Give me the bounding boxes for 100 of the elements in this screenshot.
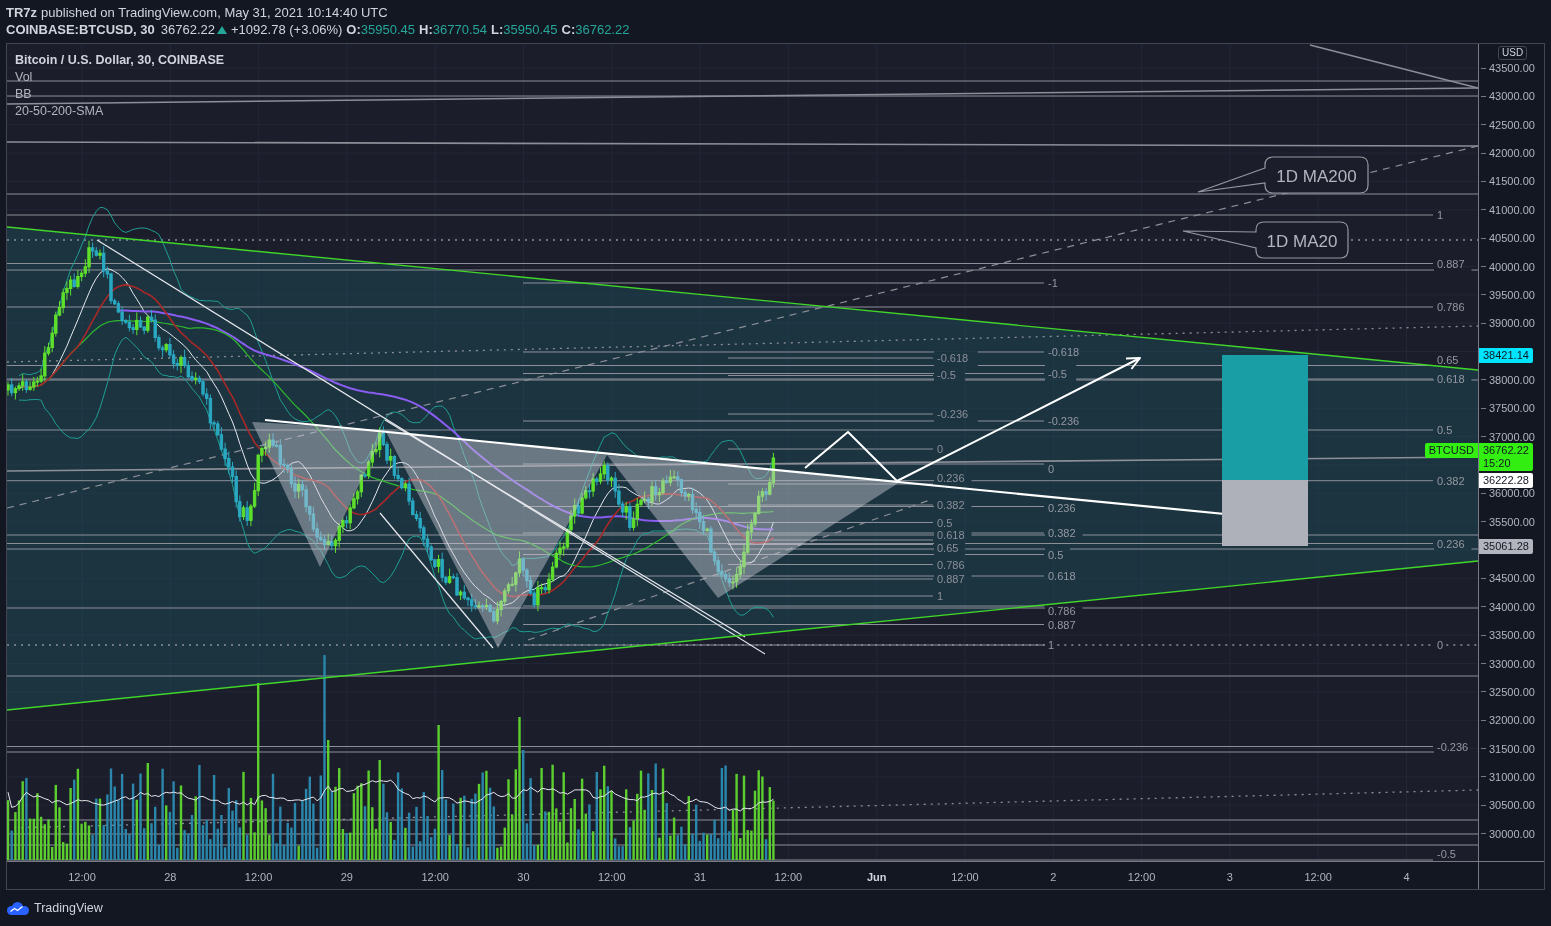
indicator-label: Vol <box>15 69 33 86</box>
time-axis-label: 12:00 <box>244 871 273 883</box>
fib-level-label: 0.5 <box>1437 424 1453 436</box>
price-axis-label: 32500.00 <box>1481 685 1535 698</box>
fib-level-label: 1 <box>937 590 944 602</box>
ohlc-label: C: <box>561 21 576 38</box>
fib-level-label: 0.618 <box>1048 570 1076 582</box>
price-axis-label: 31500.00 <box>1481 742 1535 755</box>
fib-level-label: 0.65 <box>937 542 959 554</box>
fib-level-label: 0 <box>1048 463 1055 475</box>
price-axis-label: 34000.00 <box>1481 600 1535 613</box>
fib-level-label: 0.382 <box>1048 527 1076 539</box>
fib-level-label: 0.887 <box>1048 619 1076 631</box>
price-tag: 35061.28 <box>1479 538 1533 554</box>
symbol-tag: BTCUSD <box>1424 443 1478 458</box>
price-axis-label: 41500.00 <box>1481 175 1535 188</box>
ohlc-label: H: <box>419 21 433 38</box>
ohlc-value: 35950.45 <box>360 21 416 38</box>
price-axis-label: 37000.00 <box>1481 430 1535 443</box>
time-axis-label: 4 <box>1403 871 1410 883</box>
fib-level-label: 0.786 <box>1437 301 1465 313</box>
price-axis-label: 40000.00 <box>1481 260 1535 273</box>
symbol-name: COINBASE:BTCUSD, 30 <box>6 21 155 38</box>
callout-label: 1D MA20 <box>1266 231 1338 251</box>
time-axis-label: 31 <box>693 871 707 883</box>
price-axis-label: 30000.00 <box>1481 827 1535 840</box>
fib-level-label: -0.236 <box>937 408 969 420</box>
fib-level-label: -0.618 <box>937 352 969 364</box>
fib-level-label: 0.236 <box>937 472 965 484</box>
price-tag: 36222.28 <box>1479 473 1533 488</box>
fib-level-label: 1 <box>1437 209 1444 221</box>
time-axis-label: 28 <box>164 871 177 883</box>
ohlc-label: L: <box>491 21 504 38</box>
fib-level-label: 0.786 <box>1048 605 1076 617</box>
fib-level-label: -0.236 <box>1048 415 1080 427</box>
fib-level-label: 1 <box>1048 639 1055 651</box>
author-name: TR7z <box>6 4 38 21</box>
fib-level-label: 0.887 <box>937 573 965 585</box>
price-change: +1092.78 (+3.06%) <box>231 21 343 38</box>
fib-level-label: 0 <box>1437 639 1444 651</box>
brand-name: TradingView <box>34 901 103 915</box>
price-axis-label: 35500.00 <box>1481 515 1535 528</box>
time-axis-label: 12:00 <box>951 871 979 883</box>
time-axis-label: Jun <box>866 871 887 883</box>
indicator-label: 20-50-200-SMA <box>15 103 104 120</box>
indicator-label: BB <box>15 86 32 103</box>
fib-level-label: 0.618 <box>937 529 965 541</box>
fib-level-label: 0.786 <box>937 559 965 571</box>
fib-level-label: -0.5 <box>1048 367 1067 380</box>
fib-level-label: 0.887 <box>1437 257 1465 270</box>
price-axis-label: 32000.00 <box>1481 714 1535 727</box>
fib-level-label: -1 <box>1048 277 1058 289</box>
price-axis-label: 30500.00 <box>1481 799 1535 812</box>
price-axis-label: 34500.00 <box>1481 572 1535 585</box>
fib-level-label: -0.618 <box>1048 346 1080 358</box>
fib-level-label: -0.5 <box>1437 848 1456 860</box>
price-axis-label: 42500.00 <box>1481 118 1535 131</box>
fib-level-label: -0.236 <box>1437 740 1469 753</box>
price-axis-label: 38000.00 <box>1481 373 1535 386</box>
chart-title: Bitcoin / U.S. Dollar, 30, COINBASE <box>15 52 225 69</box>
time-axis-label: 12:00 <box>421 871 449 883</box>
ohlc-value: 36762.22 <box>575 21 630 38</box>
fib-level-label: 0.5 <box>937 516 953 529</box>
time-axis-label: 2 <box>1050 871 1057 883</box>
callout-label: 1D MA200 <box>1276 166 1357 186</box>
time-axis-label: 30 <box>517 871 530 883</box>
currency-label: USD <box>1498 46 1528 60</box>
time-axis-label: 3 <box>1226 871 1233 883</box>
fib-level-label: 0 <box>937 443 944 455</box>
fib-level-label: -0.5 <box>937 369 956 381</box>
cloud-logo-icon <box>7 901 29 915</box>
time-axis-label: 12:00 <box>68 871 96 883</box>
time-axis-label: 12:00 <box>1304 871 1332 883</box>
price-axis-label: 39500.00 <box>1481 288 1535 301</box>
price-axis-label: 39000.00 <box>1481 317 1535 330</box>
fib-level-label: 0.236 <box>1437 537 1465 550</box>
fib-level-label: 0.618 <box>1437 373 1465 385</box>
fib-level-label: 0.65 <box>1437 353 1459 366</box>
fib-level-label: 0.236 <box>1048 501 1076 514</box>
price-tag: 38421.14 <box>1479 347 1533 363</box>
time-axis-label: 12:00 <box>598 871 626 883</box>
time-axis-label: 12:00 <box>1127 871 1156 883</box>
fib-level-label: 0.5 <box>1048 548 1064 561</box>
price-axis-label: 42000.00 <box>1481 147 1535 160</box>
price-axis-label: 43000.00 <box>1481 90 1535 103</box>
price-axis-label: 41000.00 <box>1481 203 1535 216</box>
price-axis-label: 31000.00 <box>1481 770 1535 783</box>
price-axis-label: 43500.00 <box>1481 62 1535 74</box>
publish-info: published on TradingView.com, May 31, 2021 10:14:40 UTC <box>41 4 388 21</box>
price-axis-label: 33000.00 <box>1481 657 1535 670</box>
ohlc-value: 36770.54 <box>432 21 487 38</box>
time-axis-label: 12:00 <box>774 871 803 883</box>
ohlc-label: O: <box>346 21 361 38</box>
fib-level-label: 0.382 <box>1437 474 1465 487</box>
last-price: 36762.22 <box>160 21 216 38</box>
fib-level-label: 0.382 <box>937 499 965 511</box>
time-axis-label: 29 <box>340 871 353 883</box>
price-axis-label: 40500.00 <box>1481 232 1535 245</box>
ohlc-value: 35950.45 <box>503 21 558 38</box>
price-axis-label: 37500.00 <box>1481 402 1535 415</box>
